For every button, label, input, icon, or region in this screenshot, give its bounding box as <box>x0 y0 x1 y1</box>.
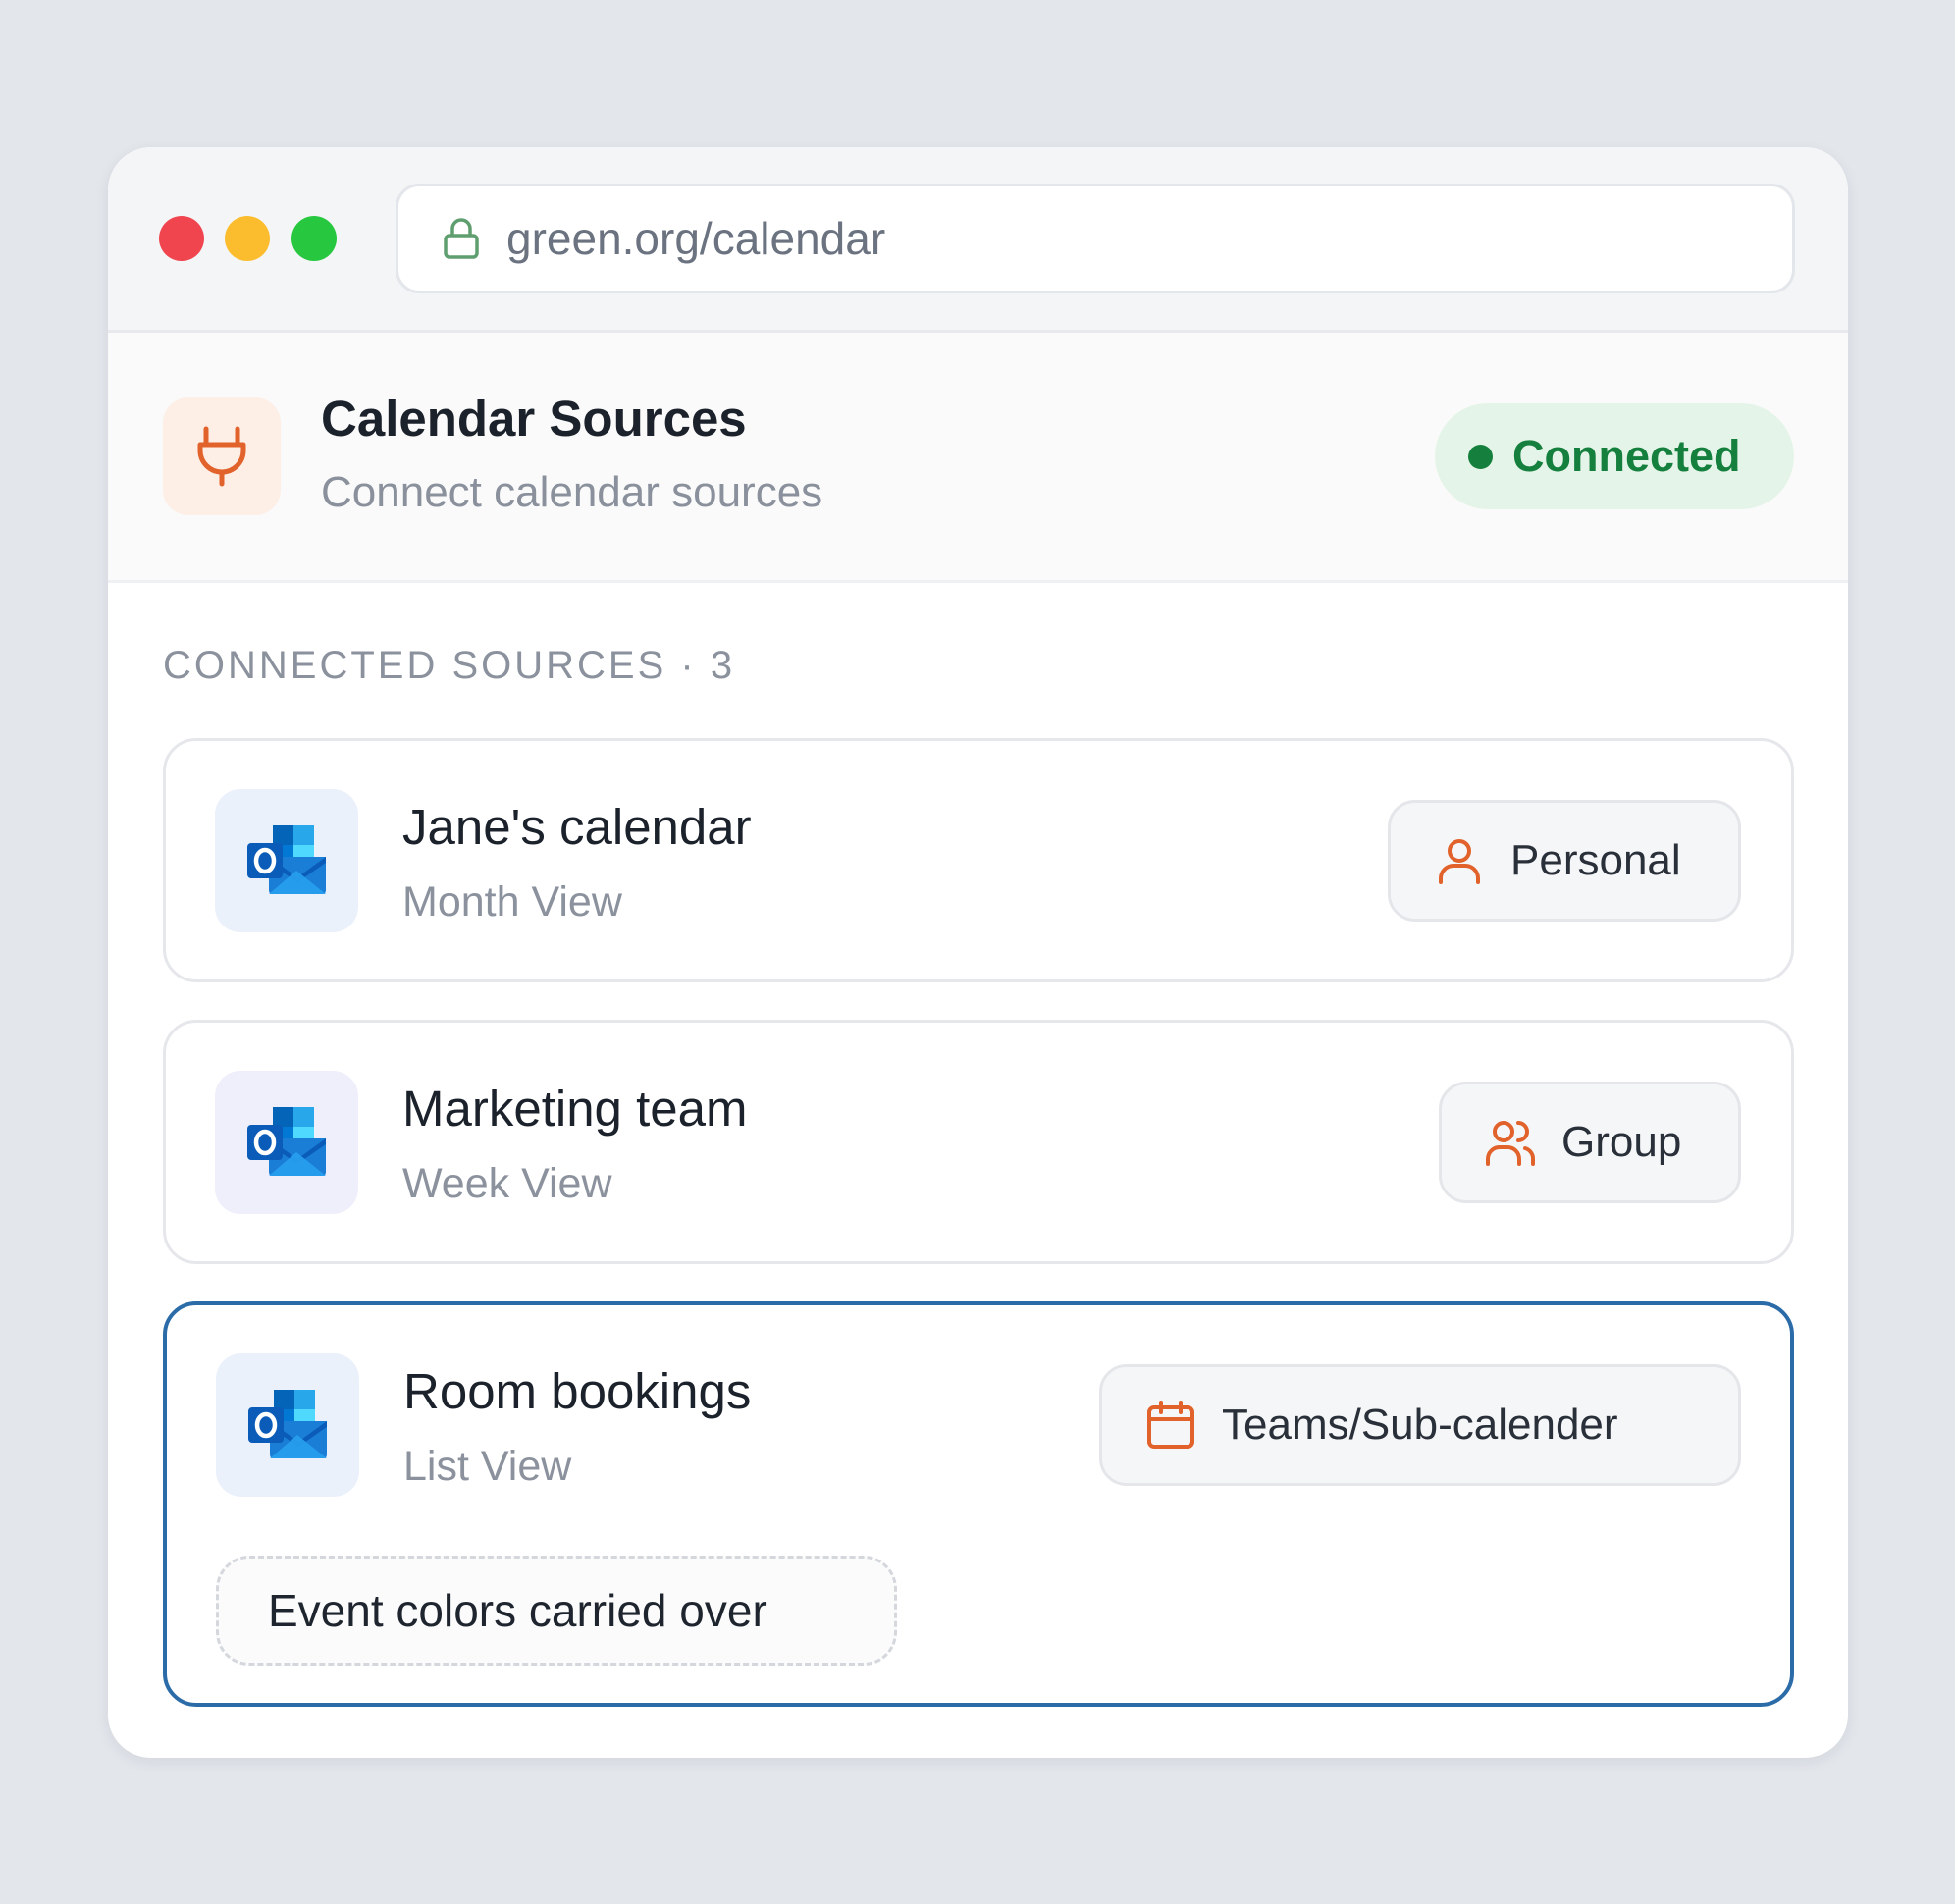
calendar-icon <box>1147 1401 1194 1449</box>
status-label: Connected <box>1512 431 1741 481</box>
source-card-marketing-team[interactable]: Marketing team Week View Group <box>163 1020 1794 1264</box>
page-subtitle: Connect calendar sources <box>321 468 823 516</box>
page-header: Calendar Sources Connect calendar source… <box>108 333 1848 583</box>
browser-toolbar: green.org/calendar <box>108 147 1848 333</box>
tag-personal[interactable]: Personal <box>1388 800 1741 922</box>
user-icon <box>1439 839 1480 884</box>
outlook-icon <box>215 789 358 932</box>
browser-window: green.org/calendar Calendar Sources Conn… <box>108 147 1848 1758</box>
address-bar[interactable]: green.org/calendar <box>396 184 1795 293</box>
tag-label: Teams/Sub-calender <box>1222 1401 1618 1449</box>
note-text: Event colors carried over <box>268 1585 767 1636</box>
users-icon <box>1486 1121 1535 1166</box>
status-badge: Connected <box>1435 403 1794 509</box>
outlook-icon <box>216 1353 359 1497</box>
tag-teams-sub-calendar[interactable]: Teams/Sub-calender <box>1099 1364 1741 1486</box>
tag-label: Personal <box>1510 836 1681 884</box>
section-label: CONNECTED SOURCES · 3 <box>163 644 736 687</box>
source-view: Week View <box>402 1160 612 1207</box>
source-title: Jane's calendar <box>402 799 752 855</box>
tag-label: Group <box>1561 1118 1682 1166</box>
close-window-button[interactable] <box>159 216 204 261</box>
source-card-room-bookings[interactable]: Room bookings List View Teams/Sub-calend… <box>163 1301 1794 1707</box>
plug-icon <box>163 397 281 515</box>
source-title: Marketing team <box>402 1081 748 1137</box>
source-title: Room bookings <box>403 1363 752 1419</box>
lock-icon <box>444 218 479 259</box>
page-title: Calendar Sources <box>321 391 747 447</box>
source-view: Month View <box>402 878 622 926</box>
status-dot-icon <box>1468 444 1493 469</box>
maximize-window-button[interactable] <box>291 216 337 261</box>
outlook-icon <box>215 1071 358 1214</box>
url-text: green.org/calendar <box>506 213 886 264</box>
tag-group[interactable]: Group <box>1439 1082 1741 1203</box>
source-view: List View <box>403 1443 572 1490</box>
source-card-janes-calendar[interactable]: Jane's calendar Month View Personal <box>163 738 1794 982</box>
note-chip: Event colors carried over <box>216 1556 897 1666</box>
minimize-window-button[interactable] <box>225 216 270 261</box>
